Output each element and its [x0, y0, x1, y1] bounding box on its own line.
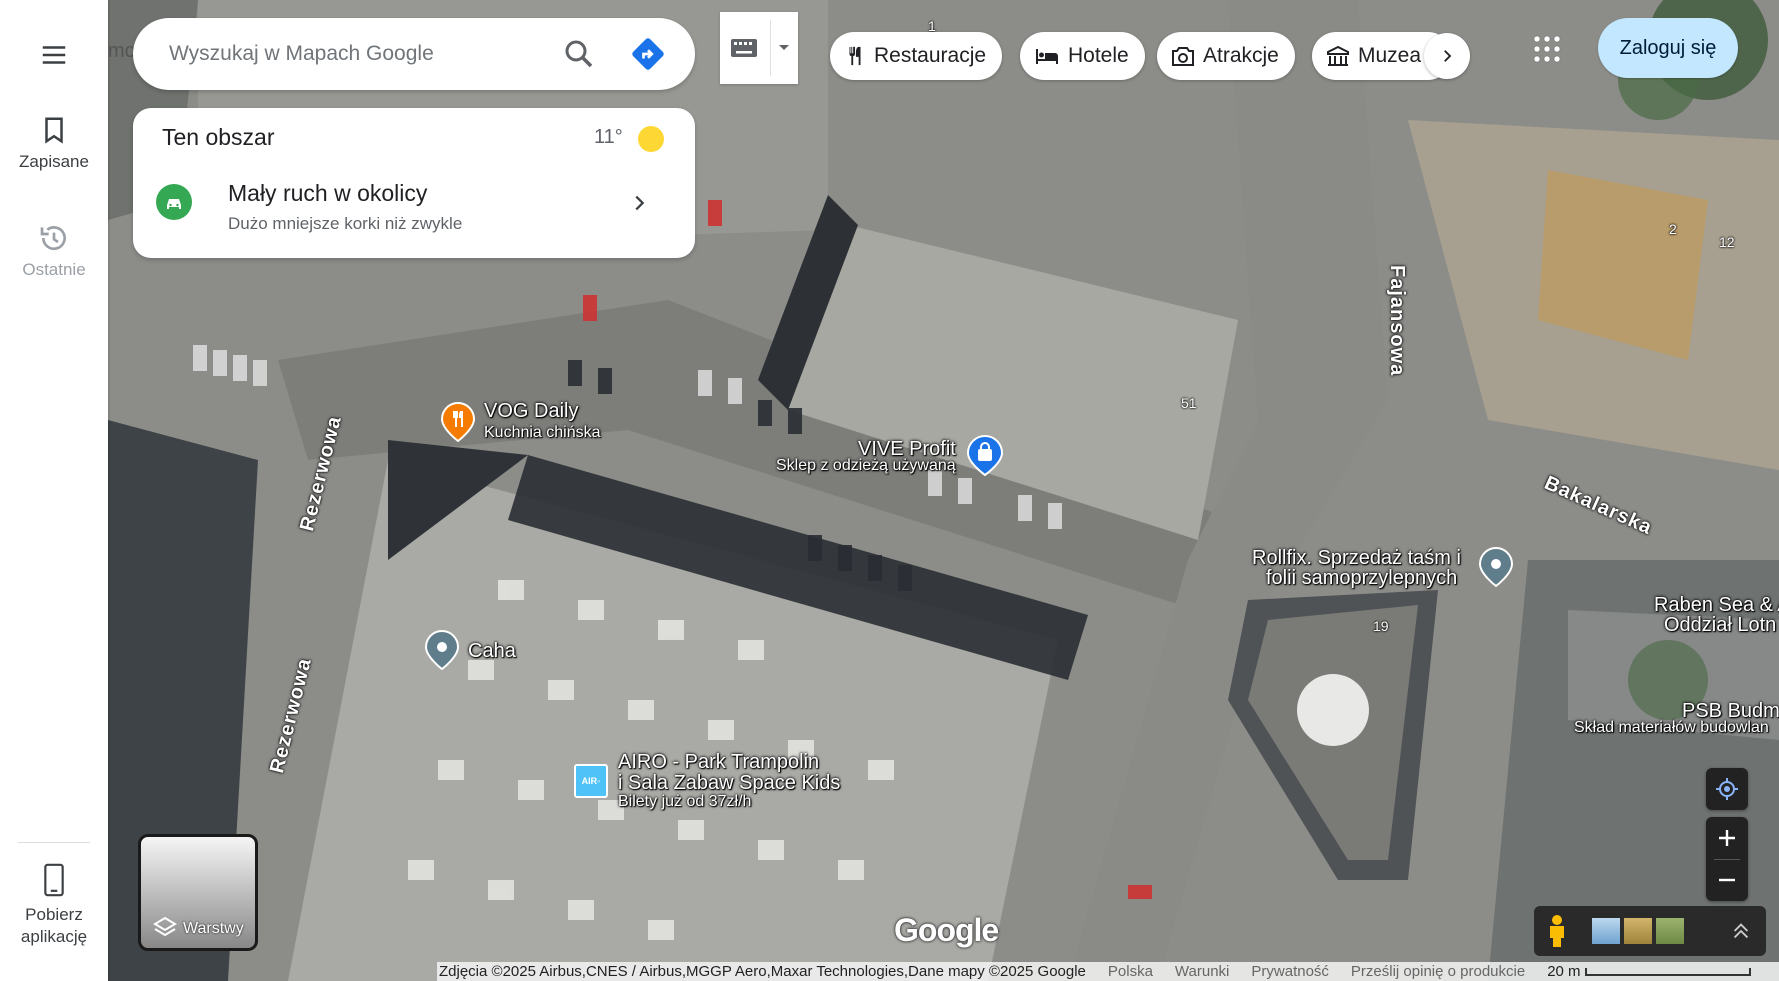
recent-button[interactable]: Ostatnie: [0, 222, 108, 280]
directions-button[interactable]: [630, 36, 666, 72]
map-footer: Zdjęcia ©2025 Airbus,CNES / Airbus,MGGP …: [437, 962, 1779, 981]
street-label-fajansowa: Fajansowa: [1386, 265, 1408, 377]
input-tools-divider: [770, 20, 771, 76]
shopping-pin[interactable]: [966, 434, 1004, 481]
restaurant-pin-icon: [440, 401, 476, 443]
saved-label: Zapisane: [19, 152, 89, 171]
chip-restaurants[interactable]: Restauracje: [830, 32, 1003, 80]
login-button[interactable]: Zaloguj się: [1598, 18, 1738, 78]
traffic-title: Mały ruch w okolicy: [228, 180, 428, 206]
my-location-button[interactable]: [1706, 768, 1748, 810]
layers-label: Warstwy: [183, 920, 244, 937]
zoom-in-button[interactable]: [1706, 817, 1748, 859]
zoom-controls: [1706, 817, 1748, 901]
house-number: 51: [1181, 395, 1197, 411]
chip-label: Hotele: [1068, 44, 1129, 67]
sun-icon: [638, 126, 664, 152]
left-rail: Zapisane Ostatnie Pobierz aplikację: [0, 0, 108, 981]
keyboard-icon[interactable]: [730, 36, 758, 60]
chevron-right-icon: [1444, 50, 1452, 62]
place-name-airo-line2[interactable]: i Sala Zabaw Space Kids: [618, 772, 840, 795]
chip-hotels[interactable]: Hotele: [1020, 32, 1145, 80]
recent-label: Ostatnie: [22, 260, 86, 279]
chip-label: Atrakcje: [1203, 44, 1279, 67]
imagery-attribution: Zdjęcia ©2025 Airbus,CNES / Airbus,MGGP …: [439, 963, 1086, 980]
search-button[interactable]: [561, 36, 597, 72]
camera-icon: [1172, 47, 1194, 66]
chip-label: Muzea: [1358, 44, 1422, 67]
generic-pin-caha[interactable]: [424, 629, 460, 676]
generic-pin-rollfix[interactable]: [1478, 546, 1514, 593]
layers-button[interactable]: Warstwy: [138, 834, 258, 951]
layers-icon: [153, 916, 177, 937]
scale-bar: [1584, 967, 1751, 976]
location-pin-icon: [1478, 546, 1514, 588]
place-category-psb: Skład materiałów budowlan: [1574, 719, 1769, 736]
expand-up-icon[interactable]: [1730, 920, 1752, 942]
traffic-car-icon: [156, 184, 192, 220]
area-title: Ten obszar: [162, 124, 275, 150]
saved-button[interactable]: Zapisane: [0, 114, 108, 172]
download-app-button[interactable]: Pobierz aplikację: [0, 862, 108, 948]
location-pin-icon: [424, 629, 460, 671]
search-icon: [565, 40, 593, 68]
search-box: [133, 18, 695, 90]
hamburger-menu-icon: [42, 46, 66, 64]
chevron-right-icon: [635, 195, 645, 211]
google-logo: Google: [894, 912, 999, 948]
bookmark-icon: [45, 117, 63, 144]
my-location-icon: [1716, 778, 1738, 800]
house-number: 2: [1669, 221, 1677, 237]
imagery-strip: [1534, 906, 1766, 956]
input-tools: [720, 12, 798, 84]
scale-label[interactable]: 20 m: [1547, 963, 1580, 980]
chips-scroll-right-button[interactable]: [1424, 33, 1470, 79]
chip-label: Restauracje: [874, 44, 987, 67]
fork-knife-icon: [849, 46, 861, 66]
menu-button[interactable]: [0, 40, 108, 76]
rail-divider: [18, 842, 90, 843]
place-category-vive: Sklep z odzieżą używaną: [776, 457, 956, 474]
place-category-airo: Bilety już od 37zł/h: [618, 793, 752, 810]
restaurant-pin[interactable]: [440, 401, 476, 448]
shopping-bag-pin-icon: [966, 434, 1004, 477]
area-card: Ten obszar 11° Mały ruch w okolicy Dużo …: [133, 108, 695, 258]
search-input[interactable]: [167, 36, 567, 72]
zoom-out-button[interactable]: [1706, 859, 1748, 901]
bed-icon: [1036, 49, 1058, 64]
place-category-vog: Kuchnia chińska: [484, 424, 601, 441]
plus-icon: [1719, 830, 1735, 846]
privacy-link[interactable]: Prywatność: [1251, 963, 1329, 980]
house-number: 19: [1373, 618, 1389, 634]
traffic-subtitle: Dużo mniejsze korki niż zwykle: [228, 214, 463, 233]
apps-grid-icon[interactable]: [1532, 34, 1562, 64]
airo-logo-pin[interactable]: AIR◦: [574, 764, 608, 798]
place-name-raben-line2[interactable]: Oddział Lotn: [1664, 614, 1776, 637]
phone-icon: [44, 863, 64, 897]
dropdown-arrow-icon[interactable]: [776, 42, 792, 54]
place-name-rollfix-line2[interactable]: folii samoprzylepnych: [1266, 567, 1457, 590]
imagery-thumbnail-satellite[interactable]: [1592, 918, 1620, 944]
imagery-thumbnail-3d[interactable]: [1656, 918, 1684, 944]
country-link[interactable]: Polska: [1108, 963, 1153, 980]
airo-logo-icon: AIR◦: [574, 764, 608, 798]
temperature: 11°: [594, 126, 623, 148]
download-label-line1: Pobierz: [25, 905, 83, 924]
museum-icon: [1327, 45, 1349, 66]
imagery-thumbnail-terrain[interactable]: [1624, 918, 1652, 944]
place-name-vog[interactable]: VOG Daily: [484, 400, 578, 423]
download-label-line2: aplikację: [20, 927, 88, 946]
history-icon: [40, 226, 66, 251]
directions-icon: [632, 38, 664, 70]
minus-icon: [1719, 878, 1735, 882]
chip-attractions[interactable]: Atrakcje: [1157, 32, 1295, 80]
partial-place-label: mo: [108, 40, 136, 62]
place-name-airo-line1[interactable]: AIRO - Park Trampolin: [618, 751, 819, 774]
feedback-link[interactable]: Prześlij opinię o produkcie: [1351, 963, 1525, 980]
place-name-caha[interactable]: Caha: [468, 640, 516, 663]
house-number: 12: [1719, 234, 1735, 250]
terms-link[interactable]: Warunki: [1175, 963, 1229, 980]
pegman-icon[interactable]: [1546, 914, 1568, 948]
